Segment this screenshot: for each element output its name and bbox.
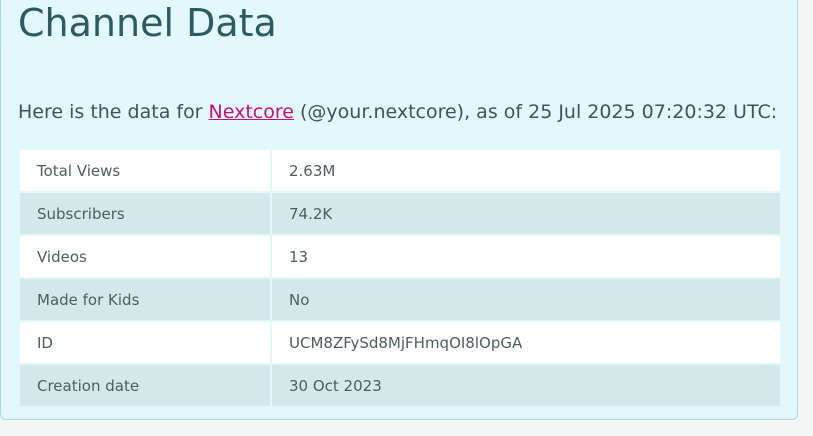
table-row: Videos 13 [18, 234, 782, 279]
table-row: ID UCM8ZFySd8MjFHmqOI8lOpGA [18, 320, 782, 365]
row-value: 13 [270, 234, 782, 279]
table-row: Creation date 30 Oct 2023 [18, 363, 782, 408]
row-value: 74.2K [270, 191, 782, 236]
row-label: Made for Kids [18, 277, 272, 322]
row-label: Subscribers [18, 191, 272, 236]
row-value: 30 Oct 2023 [270, 363, 782, 408]
intro-text: Here is the data for Nextcore (@your.nex… [18, 101, 777, 123]
row-label: ID [18, 320, 272, 365]
channel-data-card: Channel Data Here is the data for Nextco… [0, 0, 798, 420]
intro-suffix: (@your.nextcore), as of 25 Jul 2025 07:2… [293, 101, 778, 123]
table-row: Total Views 2.63M [18, 148, 782, 193]
channel-stats-table: Total Views 2.63M Subscribers 74.2K Vide… [18, 148, 782, 408]
row-label: Creation date [18, 363, 272, 408]
row-value: UCM8ZFySd8MjFHmqOI8lOpGA [270, 320, 782, 365]
table-row: Subscribers 74.2K [18, 191, 782, 236]
table-row: Made for Kids No [18, 277, 782, 322]
row-label: Total Views [18, 148, 272, 193]
row-label: Videos [18, 234, 272, 279]
channel-link[interactable]: Nextcore [209, 101, 294, 123]
row-value: 2.63M [270, 148, 782, 193]
row-value: No [270, 277, 782, 322]
intro-prefix: Here is the data for [18, 101, 209, 123]
page-title: Channel Data [18, 1, 277, 45]
